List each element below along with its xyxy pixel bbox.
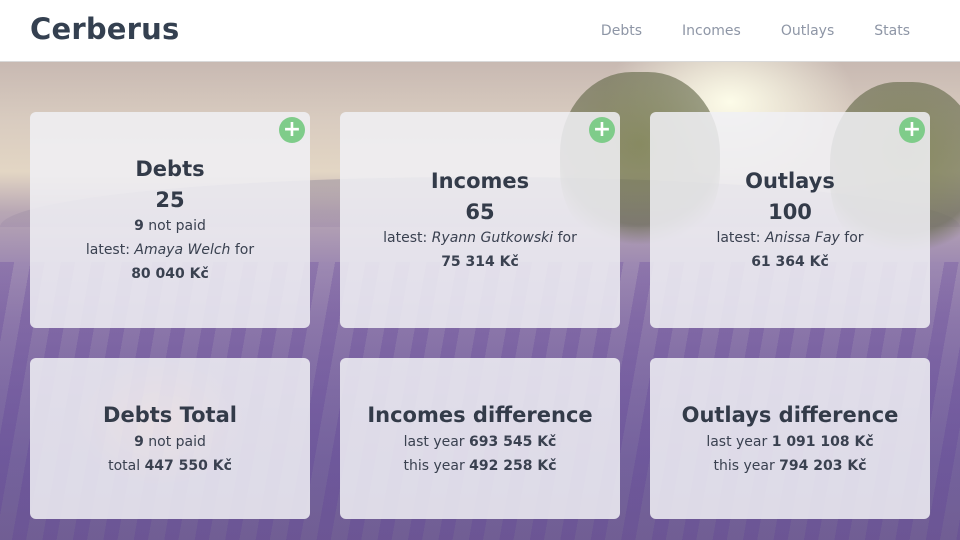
card-title: Outlays bbox=[745, 169, 835, 193]
brand-logo[interactable]: Cerberus bbox=[30, 12, 180, 46]
add-outlay-button[interactable]: + bbox=[899, 117, 925, 143]
latest-name: Anissa Fay bbox=[764, 230, 840, 246]
nav-link-debts[interactable]: Debts bbox=[601, 23, 642, 39]
latest-prefix: latest: bbox=[383, 230, 428, 246]
latest-prefix: latest: bbox=[85, 242, 130, 258]
card-title: Debts Total bbox=[103, 403, 237, 427]
card-title: Incomes difference bbox=[367, 403, 593, 427]
latest-for: for bbox=[844, 230, 864, 246]
last-year-label: last year bbox=[403, 434, 465, 450]
this-year-amount: 794 203 Kč bbox=[779, 458, 867, 474]
card-outlays[interactable]: + Outlays 100 latest: Anissa Fay for 61 … bbox=[650, 112, 930, 328]
card-incomes[interactable]: + Incomes 65 latest: Ryann Gutkowski for… bbox=[340, 112, 620, 328]
add-debt-button[interactable]: + bbox=[279, 117, 305, 143]
card-title: Debts bbox=[135, 157, 205, 181]
this-year-label: this year bbox=[713, 458, 775, 474]
last-year-label: last year bbox=[706, 434, 768, 450]
card-count: 65 bbox=[465, 200, 495, 224]
last-year-amount: 693 545 Kč bbox=[469, 434, 557, 450]
this-year-amount: 492 258 Kč bbox=[469, 458, 557, 474]
card-incomes-difference-body: Incomes difference last year 693 545 Kč … bbox=[340, 402, 620, 478]
card-outlays-body: Outlays 100 latest: Anissa Fay for 61 36… bbox=[650, 168, 930, 274]
latest-for: for bbox=[234, 242, 255, 258]
card-title: Incomes bbox=[430, 169, 530, 193]
latest-name: Amaya Welch bbox=[134, 242, 231, 258]
latest-line: latest: Ryann Gutkowski for bbox=[340, 226, 620, 250]
latest-name: Ryann Gutkowski bbox=[431, 230, 554, 246]
add-income-button[interactable]: + bbox=[589, 117, 615, 143]
this-year-label: this year bbox=[403, 458, 465, 474]
latest-for: for bbox=[557, 230, 577, 246]
card-incomes-body: Incomes 65 latest: Ryann Gutkowski for 7… bbox=[340, 168, 620, 274]
total-label: total bbox=[108, 458, 141, 474]
card-debts[interactable]: + Debts 25 9 not paid latest: Amaya Welc… bbox=[30, 112, 310, 328]
last-year-line: last year 693 545 Kč bbox=[340, 430, 620, 454]
last-year-line: last year 1 091 108 Kč bbox=[650, 430, 930, 454]
latest-amount: 80 040 Kč bbox=[131, 266, 209, 282]
card-title: Outlays difference bbox=[681, 403, 899, 427]
latest-line: latest: Amaya Welch for bbox=[30, 238, 310, 262]
latest-line: latest: Anissa Fay for bbox=[650, 226, 930, 250]
not-paid-label: not paid bbox=[148, 218, 206, 234]
not-paid-line: 9 not paid bbox=[30, 214, 310, 238]
latest-amount: 61 364 Kč bbox=[751, 254, 829, 270]
nav-link-incomes[interactable]: Incomes bbox=[682, 23, 741, 39]
total-line: total 447 550 Kč bbox=[30, 454, 310, 478]
navbar: Cerberus Debts Incomes Outlays Stats bbox=[0, 0, 960, 62]
nav-link-stats[interactable]: Stats bbox=[874, 23, 910, 39]
card-count: 100 bbox=[768, 200, 812, 224]
last-year-amount: 1 091 108 Kč bbox=[771, 434, 874, 450]
total-amount: 447 550 Kč bbox=[144, 458, 232, 474]
not-paid-count: 9 bbox=[134, 434, 144, 450]
latest-amount: 75 314 Kč bbox=[441, 254, 519, 270]
card-count: 25 bbox=[155, 188, 185, 212]
this-year-line: this year 794 203 Kč bbox=[650, 454, 930, 478]
card-debts-body: Debts 25 9 not paid latest: Amaya Welch … bbox=[30, 156, 310, 286]
this-year-line: this year 492 258 Kč bbox=[340, 454, 620, 478]
not-paid-line: 9 not paid bbox=[30, 430, 310, 454]
card-debts-total[interactable]: Debts Total 9 not paid total 447 550 Kč bbox=[30, 358, 310, 519]
nav-link-outlays[interactable]: Outlays bbox=[781, 23, 834, 39]
not-paid-label: not paid bbox=[148, 434, 206, 450]
card-outlays-difference[interactable]: Outlays difference last year 1 091 108 K… bbox=[650, 358, 930, 519]
card-debts-total-body: Debts Total 9 not paid total 447 550 Kč bbox=[30, 402, 310, 478]
not-paid-count: 9 bbox=[134, 218, 144, 234]
main-nav: Debts Incomes Outlays Stats bbox=[561, 0, 910, 62]
card-outlays-difference-body: Outlays difference last year 1 091 108 K… bbox=[650, 402, 930, 478]
card-incomes-difference[interactable]: Incomes difference last year 693 545 Kč … bbox=[340, 358, 620, 519]
latest-prefix: latest: bbox=[716, 230, 761, 246]
